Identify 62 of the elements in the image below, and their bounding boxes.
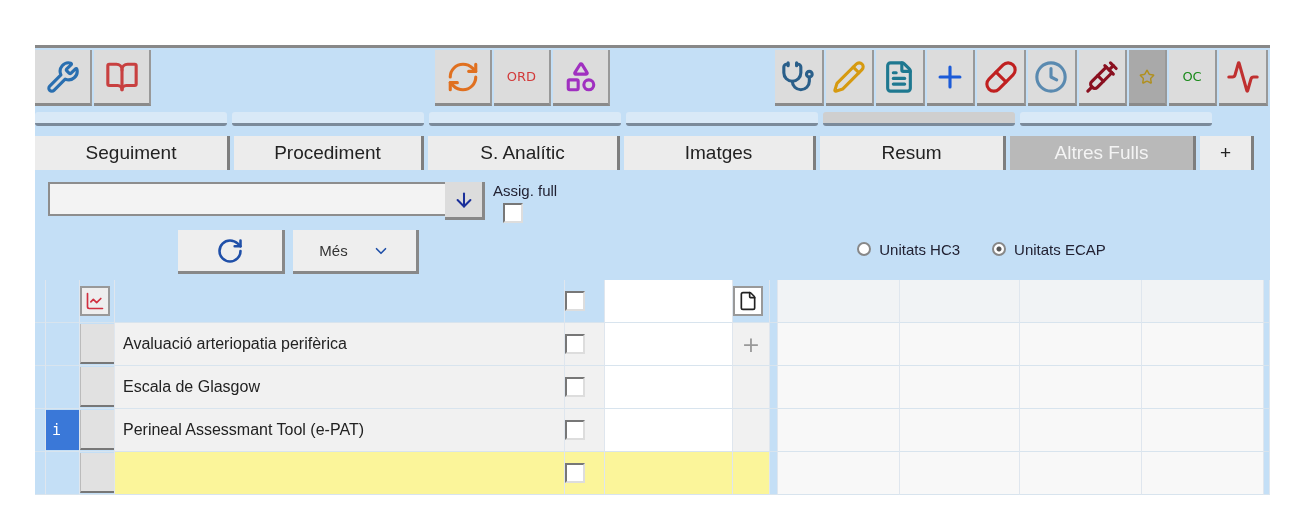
- section-strip[interactable]: [823, 112, 1015, 126]
- star-icon: [1138, 68, 1155, 85]
- row-name: Avaluació arteriopatia perifèrica: [122, 335, 347, 353]
- assign-checkbox[interactable]: [503, 203, 523, 223]
- radio-label: Unitats ECAP: [1014, 240, 1106, 258]
- medication-button[interactable]: [977, 50, 1026, 106]
- refresh-icon: [216, 236, 244, 265]
- chart-icon[interactable]: [80, 286, 110, 316]
- grid-cell: [35, 323, 46, 366]
- row-checkbox[interactable]: [565, 463, 585, 483]
- assign-label: Assig. full: [493, 182, 558, 199]
- hospital-button[interactable]: [926, 50, 976, 106]
- page-icon[interactable]: [733, 286, 763, 316]
- row-checkbox[interactable]: [565, 334, 585, 354]
- blood-test-button[interactable]: [1078, 50, 1128, 106]
- cycle-button[interactable]: [435, 50, 492, 106]
- refresh-button[interactable]: [178, 230, 285, 274]
- heartbeat-icon: [1225, 59, 1260, 94]
- header-input-cell[interactable]: [605, 280, 733, 323]
- row-name: Escala de Glasgow: [122, 378, 260, 396]
- tab[interactable]: Imatges: [624, 136, 816, 170]
- select-all-checkbox[interactable]: [565, 291, 585, 311]
- shapes-button[interactable]: [553, 50, 610, 106]
- row-checkbox[interactable]: [565, 420, 585, 440]
- radio-button[interactable]: [992, 242, 1007, 256]
- tab[interactable]: Seguiment: [35, 136, 230, 170]
- tools-button[interactable]: [35, 50, 92, 106]
- tab[interactable]: Resum: [820, 136, 1006, 170]
- section-strip[interactable]: [232, 112, 424, 126]
- download-button[interactable]: [445, 182, 485, 220]
- books-button[interactable]: [94, 50, 151, 106]
- tab[interactable]: Procediment: [234, 136, 424, 170]
- radio-label: Unitats HC3: [879, 240, 961, 258]
- section-strip[interactable]: [429, 112, 621, 126]
- wrench-icon: [45, 59, 80, 94]
- pill-icon: [983, 59, 1018, 94]
- row-checkbox[interactable]: [565, 377, 585, 397]
- search-field[interactable]: [48, 182, 445, 216]
- stethoscope-icon: [781, 59, 816, 94]
- order-button[interactable]: ORD: [494, 50, 551, 106]
- grid-cell: [733, 409, 770, 452]
- clock-icon: [1034, 59, 1069, 94]
- radio-button[interactable]: [857, 242, 872, 256]
- section-strip[interactable]: [35, 112, 227, 126]
- syringe-icon: [1084, 59, 1119, 94]
- tab[interactable]: S. Analític: [428, 136, 620, 170]
- grid-cell: [35, 280, 46, 323]
- section-strip[interactable]: [1020, 112, 1212, 126]
- grid-cell: [35, 366, 46, 409]
- row-name: Perineal Assessmant Tool (e-PAT): [122, 421, 364, 439]
- info-marker[interactable]: i: [46, 410, 79, 450]
- stethoscope-button[interactable]: [775, 50, 824, 106]
- pencil-icon: [831, 59, 866, 94]
- edit-button[interactable]: [825, 50, 875, 106]
- documents-button[interactable]: [876, 50, 925, 106]
- tab[interactable]: +: [1200, 136, 1254, 170]
- grid-cell: [733, 452, 770, 495]
- section-strip[interactable]: [626, 112, 818, 126]
- more-button[interactable]: Més: [293, 230, 419, 274]
- ecg-button[interactable]: [1219, 50, 1268, 106]
- grid-cell: [35, 452, 46, 495]
- star-button[interactable]: [1129, 50, 1167, 106]
